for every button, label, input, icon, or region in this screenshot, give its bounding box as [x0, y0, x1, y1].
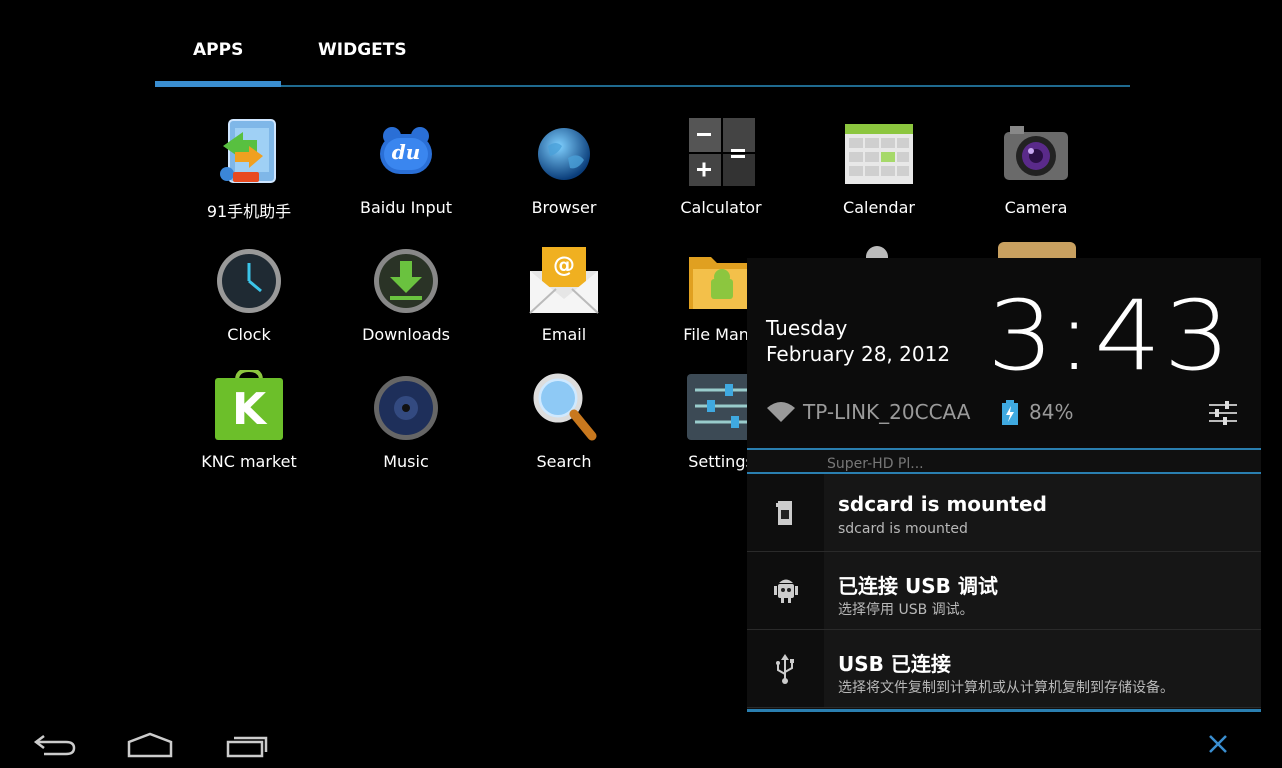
- 91-assistant-icon: [213, 116, 285, 188]
- app-email[interactable]: @ Email: [494, 243, 634, 344]
- panel-bottom-border: [747, 709, 1261, 712]
- app-label: Camera: [1004, 198, 1068, 217]
- notification-title: USB 已连接: [838, 652, 951, 676]
- app-downloads[interactable]: Downloads: [336, 243, 476, 344]
- app-calendar[interactable]: Calendar: [809, 116, 949, 217]
- close-icon[interactable]: [1206, 732, 1230, 756]
- calculator-icon: [685, 116, 757, 188]
- clock-icon: [213, 243, 285, 315]
- globe-icon: [528, 116, 600, 188]
- notification-title: 已连接 USB 调试: [838, 574, 998, 598]
- app-label: Browser: [531, 198, 597, 217]
- baidu-input-icon: du: [370, 116, 442, 188]
- status-header: Tuesday February 28, 2012 3:43 TP-LINK_2…: [747, 258, 1261, 450]
- header-divider: [747, 448, 1261, 450]
- hidden-app-icon: [998, 242, 1076, 258]
- app-label: Calculator: [680, 198, 762, 217]
- notification-subtitle: 选择将文件复制到计算机或从计算机复制到存储设备。: [838, 680, 1174, 696]
- connection-status-row: TP-LINK_20CCAA 84%: [765, 398, 1245, 428]
- app-label: Baidu Input: [359, 198, 453, 217]
- notification-usb-connected[interactable]: USB 已连接 选择将文件复制到计算机或从计算机复制到存储设备。: [747, 630, 1261, 708]
- app-label: Search: [536, 452, 592, 471]
- app-label: Calendar: [843, 198, 915, 217]
- app-camera[interactable]: Camera: [966, 116, 1106, 217]
- battery-icon: [1002, 400, 1018, 425]
- app-calculator[interactable]: Calculator: [651, 116, 791, 217]
- notification-subtitle: 选择停用 USB 调试。: [838, 602, 974, 618]
- notification-panel: Tuesday February 28, 2012 3:43 TP-LINK_2…: [747, 258, 1261, 712]
- search-icon: [528, 370, 600, 442]
- knc-market-icon: K: [213, 367, 285, 442]
- app-label: Music: [383, 452, 429, 471]
- notification-title: sdcard is mounted: [838, 492, 1047, 516]
- tab-divider: [155, 85, 1130, 87]
- battery-percent: 84%: [1029, 400, 1074, 424]
- notification-subtitle: sdcard is mounted: [838, 521, 968, 537]
- usb-icon: [747, 630, 824, 707]
- wifi-icon: [767, 402, 795, 422]
- email-at-glyph: @: [553, 253, 575, 278]
- tab-bar: APPS WIDGETS: [155, 0, 1130, 88]
- app-browser[interactable]: Browser: [494, 116, 634, 217]
- background-app-label: Super-HD Pl...: [827, 456, 924, 472]
- app-baidu-input[interactable]: du Baidu Input: [336, 116, 476, 217]
- tab-selected-indicator: [155, 81, 281, 87]
- calendar-icon: [843, 116, 915, 188]
- app-music[interactable]: Music: [336, 370, 476, 471]
- tab-apps[interactable]: APPS: [193, 40, 243, 60]
- recent-apps-icon[interactable]: [224, 730, 270, 760]
- clock-time: 3:43: [987, 280, 1233, 392]
- home-icon[interactable]: [125, 730, 175, 760]
- app-label: Downloads: [362, 325, 450, 344]
- date-text: February 28, 2012: [766, 342, 951, 366]
- notification-sdcard[interactable]: sdcard is mounted sdcard is mounted: [747, 474, 1261, 552]
- app-label: KNC market: [201, 452, 297, 471]
- app-label: 91手机助手: [206, 202, 292, 221]
- app-91-assistant[interactable]: 91手机助手: [179, 116, 319, 222]
- knc-k-glyph: K: [231, 384, 267, 435]
- sdcard-icon: [747, 474, 824, 551]
- app-clock[interactable]: Clock: [179, 243, 319, 344]
- notification-usb-debugging[interactable]: 已连接 USB 调试 选择停用 USB 调试。: [747, 552, 1261, 630]
- hidden-app-icon: [866, 246, 888, 258]
- music-icon: [370, 370, 442, 442]
- download-icon: [370, 243, 442, 315]
- baidu-du-glyph: du: [391, 140, 421, 164]
- app-label: Email: [541, 325, 587, 344]
- wifi-ssid: TP-LINK_20CCAA: [803, 400, 971, 424]
- camera-icon: [1000, 116, 1072, 188]
- app-label: Clock: [227, 325, 271, 344]
- back-icon[interactable]: [32, 730, 80, 760]
- settings-sliders-icon[interactable]: [1207, 398, 1239, 428]
- app-knc-market[interactable]: K KNC market: [179, 367, 319, 471]
- android-debug-icon: [747, 552, 824, 629]
- navigation-bar: [0, 724, 1282, 768]
- date-weekday: Tuesday: [766, 316, 848, 340]
- tab-widgets[interactable]: WIDGETS: [318, 40, 407, 60]
- app-search[interactable]: Search: [494, 370, 634, 471]
- email-icon: @: [528, 243, 600, 315]
